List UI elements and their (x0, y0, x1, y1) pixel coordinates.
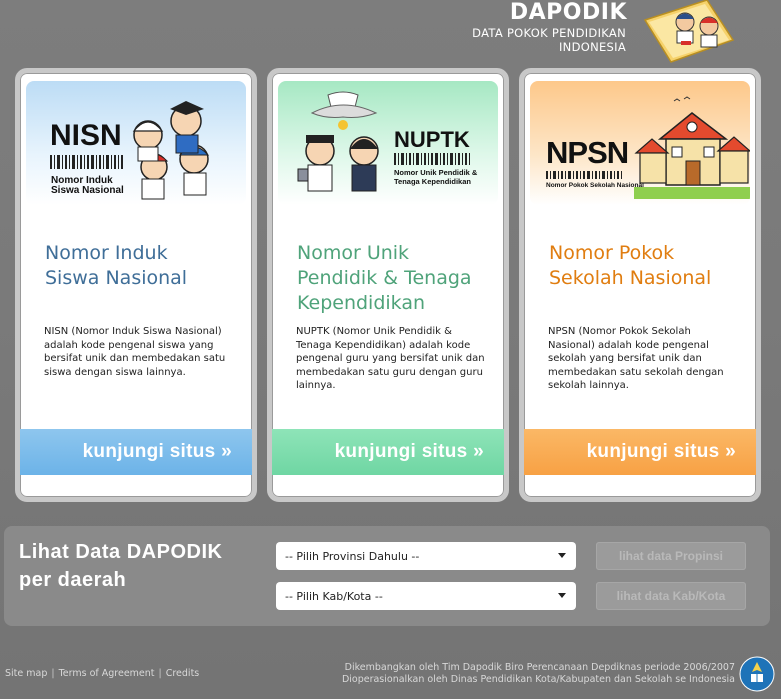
npsn-title: Nomor Pokok Sekolah Nasional (549, 241, 749, 291)
card-nuptk: NUPTK Nomor Unik Pendidik & Tenaga Kepen… (267, 68, 509, 502)
nuptk-title-line1: Nomor Unik (297, 242, 410, 264)
chevron-down-icon (558, 593, 566, 598)
province-select[interactable]: -- Pilih Provinsi Dahulu -- (276, 542, 576, 570)
nisn-title-line2: Siswa Nasional (45, 267, 188, 289)
nuptk-visit-button[interactable]: kunjungi situs » (272, 429, 504, 475)
dapodik-logo-illustration (643, 0, 735, 63)
card-nisn: NISN Nomor Induk Siswa Nasional Nomor In… (15, 68, 257, 502)
nuptk-description: NUPTK (Nomor Unik Pendidik & Tenaga Kepe… (296, 326, 485, 391)
province-select-value: -- Pilih Provinsi Dahulu -- (285, 549, 420, 563)
footer-credit: Dikembangkan oleh Tim Dapodik Biro Peren… (342, 662, 735, 686)
data-region-panel: Lihat Data DAPODIK per daerah -- Pilih P… (4, 526, 770, 626)
nuptk-banner-caption: Nomor Unik Pendidik & Tenaga Kependidika… (394, 168, 477, 186)
npsn-title-line1: Nomor Pokok (549, 242, 675, 264)
barcode-icon (546, 171, 622, 179)
nisn-caption-line2: Siswa Nasional (51, 185, 124, 196)
view-province-data-button[interactable]: lihat data Propinsi (596, 542, 746, 570)
npsn-banner: NPSN Nomor Pokok Sekolah Nasional (530, 81, 750, 205)
nisn-banner: NISN Nomor Induk Siswa Nasional (26, 81, 246, 205)
npsn-visit-button[interactable]: kunjungi situs » (524, 429, 756, 475)
npsn-caption-line1: Nomor Pokok Sekolah Nasional (546, 182, 644, 189)
kab-kota-select-value: -- Pilih Kab/Kota -- (285, 589, 383, 603)
nuptk-banner: NUPTK Nomor Unik Pendidik & Tenaga Kepen… (278, 81, 498, 205)
footer-links: Site map | Terms of Agreement | Credits (5, 668, 199, 679)
nisn-visit-button[interactable]: kunjungi situs » (20, 429, 252, 475)
nuptk-caption-line2: Tenaga Kependidikan (394, 176, 471, 186)
nuptk-title: Nomor Unik Pendidik & Tenaga Kependidika… (297, 241, 497, 316)
site-subtitle-line1: DATA POKOK PENDIDIKAN (472, 26, 626, 40)
nuptk-title-line2: Pendidik & Tenaga (297, 267, 472, 289)
teachers-illustration (297, 91, 379, 192)
nisn-title-line1: Nomor Induk (45, 242, 168, 264)
nisn-description: NISN (Nomor Induk Siswa Nasional) adalah… (44, 326, 226, 378)
footer-link-terms[interactable]: Terms of Agreement (59, 668, 155, 679)
footer-separator: | (51, 668, 55, 679)
data-panel-title: Lihat Data DAPODIK per daerah (19, 538, 269, 594)
footer-separator: | (158, 668, 162, 679)
barcode-icon (50, 155, 123, 169)
site-subtitle-line2: INDONESIA (558, 40, 626, 54)
card-npsn: NPSN Nomor Pokok Sekolah Nasional Nomor (519, 68, 761, 502)
school-building-illustration (634, 96, 750, 199)
data-panel-title-line1: Lihat Data DAPODIK (19, 541, 223, 563)
header: DAPODIK DATA POKOK PENDIDIKAN INDONESIA (0, 0, 781, 68)
site-subtitle: DATA POKOK PENDIDIKAN INDONESIA (472, 26, 626, 54)
barcode-icon (394, 153, 470, 165)
npsn-banner-word: NPSN (546, 135, 629, 170)
footer-link-sitemap[interactable]: Site map (5, 668, 47, 679)
site-title: DAPODIK (509, 0, 627, 25)
footer-credit-line2: Dioperasionalkan oleh Dinas Pendidikan K… (341, 674, 735, 685)
chevron-down-icon (558, 553, 566, 558)
footer-link-credits[interactable]: Credits (166, 668, 200, 679)
npsn-title-line2: Sekolah Nasional (549, 267, 712, 289)
nisn-title: Nomor Induk Siswa Nasional (45, 241, 245, 291)
view-kab-kota-data-button[interactable]: lihat data Kab/Kota (596, 582, 746, 610)
kab-kota-select[interactable]: -- Pilih Kab/Kota -- (276, 582, 576, 610)
nisn-banner-caption: Nomor Induk Siswa Nasional (51, 176, 124, 196)
footer-credit-line1: Dikembangkan oleh Tim Dapodik Biro Peren… (344, 662, 735, 673)
npsn-banner-caption: Nomor Pokok Sekolah Nasional (546, 181, 644, 191)
students-illustration (132, 101, 210, 200)
npsn-description: NPSN (Nomor Pokok Sekolah Nasional) adal… (548, 326, 724, 391)
nuptk-title-line3: Kependidikan (297, 292, 426, 314)
nuptk-banner-word: NUPTK (394, 127, 470, 152)
nisn-banner-word: NISN (50, 119, 122, 152)
data-panel-title-line2: per daerah (19, 569, 127, 591)
ministry-logo-icon (739, 656, 775, 692)
